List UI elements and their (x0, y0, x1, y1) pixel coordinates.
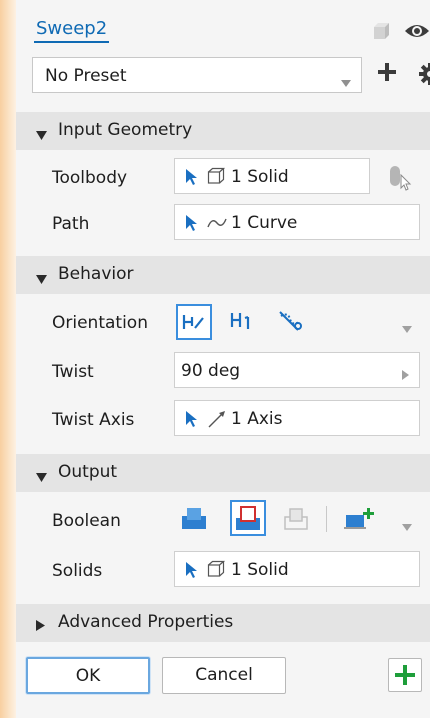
twist-axis-selector[interactable]: 1 Axis (174, 400, 420, 436)
solids-label: Solids (52, 561, 103, 581)
ok-button[interactable]: OK (26, 657, 150, 694)
section-label: Input Geometry (58, 120, 193, 140)
twist-input[interactable]: 90 deg (174, 352, 420, 388)
section-label: Advanced Properties (58, 612, 234, 632)
expanded-triangle-icon (36, 125, 47, 145)
cursor-arrow-icon (185, 214, 199, 237)
preset-value: No Preset (45, 66, 127, 86)
path-value: 1 Curve (231, 213, 298, 233)
boolean-join-button[interactable] (178, 502, 214, 538)
toolbody-selector[interactable]: 1 Solid (174, 158, 370, 194)
boolean-new-body-button[interactable] (342, 502, 378, 538)
twist-axis-label: Twist Axis (52, 410, 135, 430)
curve-icon (207, 215, 227, 235)
orientation-fixed-button[interactable] (226, 304, 262, 340)
orientation-label: Orientation (52, 313, 148, 333)
chevron-right-icon[interactable] (402, 365, 409, 385)
eye-icon[interactable] (404, 21, 430, 46)
cursor-arrow-icon (185, 168, 199, 191)
boolean-label: Boolean (52, 511, 121, 531)
dialog-title[interactable]: Sweep2 (34, 18, 110, 43)
solid-box-icon (207, 167, 226, 190)
section-advanced-properties[interactable]: Advanced Properties (16, 604, 430, 642)
section-input-geometry[interactable]: Input Geometry (16, 112, 430, 150)
section-label: Output (58, 462, 118, 482)
title-icons (370, 20, 430, 47)
solids-selector[interactable]: 1 Solid (174, 551, 420, 587)
boolean-intersect-button[interactable] (280, 502, 316, 538)
cursor-arrow-icon (185, 410, 199, 433)
sweep-dialog: Sweep2 No Preset Input Geometry Toolbody… (16, 0, 430, 718)
toolbody-label: Toolbody (52, 168, 128, 188)
add-icon (395, 665, 415, 690)
twist-value: 90 deg (181, 361, 241, 381)
path-selector[interactable]: 1 Curve (174, 204, 420, 240)
divider (326, 506, 327, 532)
toolbody-value: 1 Solid (231, 167, 289, 187)
preset-row: No Preset (32, 57, 430, 93)
expanded-triangle-icon (36, 467, 47, 487)
title-row: Sweep2 (34, 18, 430, 48)
collapsed-triangle-icon (36, 616, 45, 636)
chevron-down-icon[interactable] (402, 516, 412, 536)
cancel-button[interactable]: Cancel (162, 657, 286, 694)
section-label: Behavior (58, 264, 134, 284)
preset-dropdown[interactable]: No Preset (32, 57, 362, 93)
chevron-down-icon[interactable] (402, 318, 412, 338)
orientation-twist-button[interactable] (274, 304, 310, 340)
solid-box-icon (207, 560, 226, 583)
background-accent-strip (0, 0, 16, 718)
section-behavior[interactable]: Behavior (16, 256, 430, 294)
cursor-arrow-icon (185, 561, 199, 584)
twist-axis-value: 1 Axis (231, 409, 283, 429)
axis-icon (207, 409, 227, 434)
expanded-triangle-icon (36, 269, 47, 289)
path-label: Path (52, 214, 90, 234)
add-button[interactable] (388, 658, 422, 692)
boolean-cut-button[interactable] (230, 500, 266, 536)
cube-icon[interactable] (370, 20, 392, 47)
section-output[interactable]: Output (16, 454, 430, 492)
gear-icon[interactable] (418, 62, 430, 91)
plus-icon[interactable] (376, 61, 398, 88)
chevron-down-icon (341, 72, 351, 92)
twist-label: Twist (52, 362, 94, 382)
solids-value: 1 Solid (231, 560, 289, 580)
select-body-icon[interactable] (388, 164, 414, 197)
orientation-parallel-button[interactable] (176, 304, 212, 340)
